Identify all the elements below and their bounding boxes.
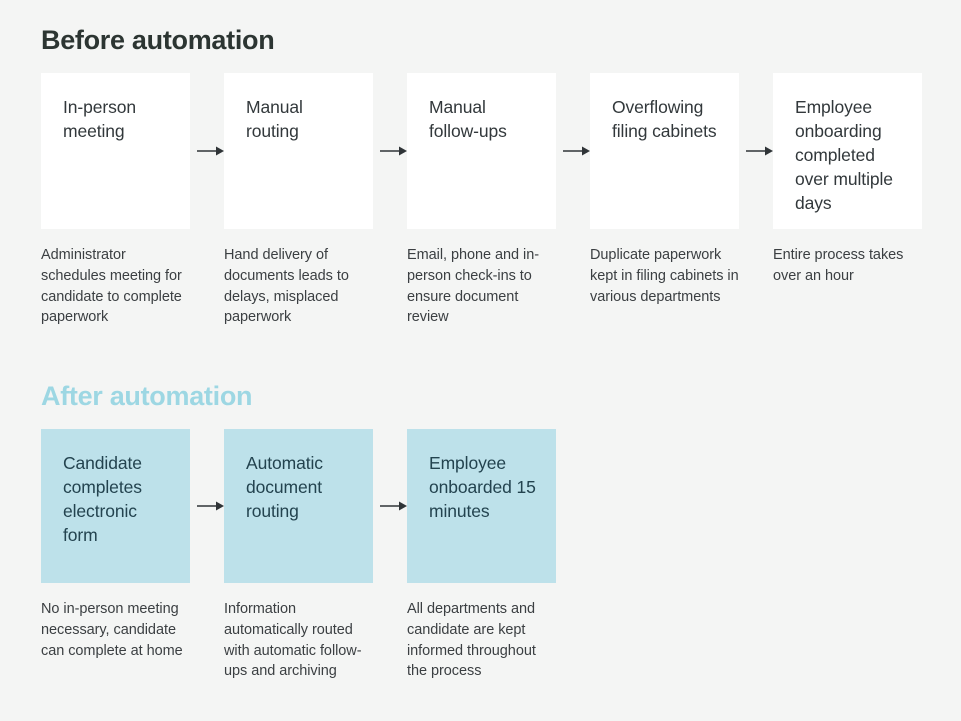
section-after-automation: After automation Candidate completes ele… — [0, 358, 961, 682]
flow-caption-before-5: Entire process takes over an hour — [773, 247, 904, 284]
flow-step-before-3: Manual follow-ups Email, phone and in-pe… — [407, 73, 590, 327]
flow-row-after: Candidate completes electronic form No i… — [0, 429, 961, 681]
flow-step-before-5: Employee onboarding completed over multi… — [773, 73, 922, 286]
flow-step-after-1: Candidate completes electronic form No i… — [41, 429, 224, 661]
flow-step-after-2: Automatic document routing Information a… — [224, 429, 407, 681]
flow-caption-before-2: Hand delivery of documents leads to dela… — [224, 247, 349, 326]
flow-step-before-1: In-person meeting Administrator schedule… — [41, 73, 224, 327]
flow-box-before-1: In-person meeting — [41, 73, 190, 230]
flow-caption-before-3: Email, phone and in-person check-ins to … — [407, 247, 539, 326]
flow-step-after-3: Employee onboarded 15 minutes All depart… — [407, 429, 556, 681]
flow-box-after-2: Automatic document routing — [224, 429, 373, 584]
flow-box-after-3: Employee onboarded 15 minutes — [407, 429, 556, 584]
flow-box-before-2: Manual routing — [224, 73, 373, 230]
flow-box-before-3: Manual follow-ups — [407, 73, 556, 230]
flow-caption-before-4: Duplicate paperwork kept in filing cabin… — [590, 247, 739, 305]
arrow-right-icon — [197, 142, 225, 160]
arrow-right-icon — [380, 497, 408, 515]
infographic-page: Before automation In-person meeting Admi… — [0, 0, 961, 721]
flow-box-before-5: Employee onboarding completed over multi… — [773, 73, 922, 230]
flow-row-before: In-person meeting Administrator schedule… — [0, 73, 961, 327]
flow-caption-after-3: All departments and candidate are kept i… — [407, 601, 536, 680]
section-title-before: Before automation — [41, 25, 275, 55]
arrow-right-icon — [197, 497, 225, 515]
flow-box-after-1: Candidate completes electronic form — [41, 429, 190, 584]
arrow-right-icon — [380, 142, 408, 160]
section-before-automation: Before automation In-person meeting Admi… — [0, 0, 961, 328]
arrow-right-icon — [563, 142, 591, 160]
flow-step-before-2: Manual routing Hand delivery of document… — [224, 73, 407, 327]
arrow-right-icon — [746, 142, 774, 160]
section-title-after: After automation — [41, 381, 253, 411]
flow-step-before-4: Overflowing filing cabinets Duplicate pa… — [590, 73, 773, 307]
flow-box-before-4: Overflowing filing cabinets — [590, 73, 739, 230]
flow-caption-after-1: No in-person meeting necessary, candidat… — [41, 601, 183, 659]
flow-caption-before-1: Administrator schedules meeting for cand… — [41, 247, 182, 326]
flow-caption-after-2: Information automatically routed with au… — [224, 601, 362, 680]
